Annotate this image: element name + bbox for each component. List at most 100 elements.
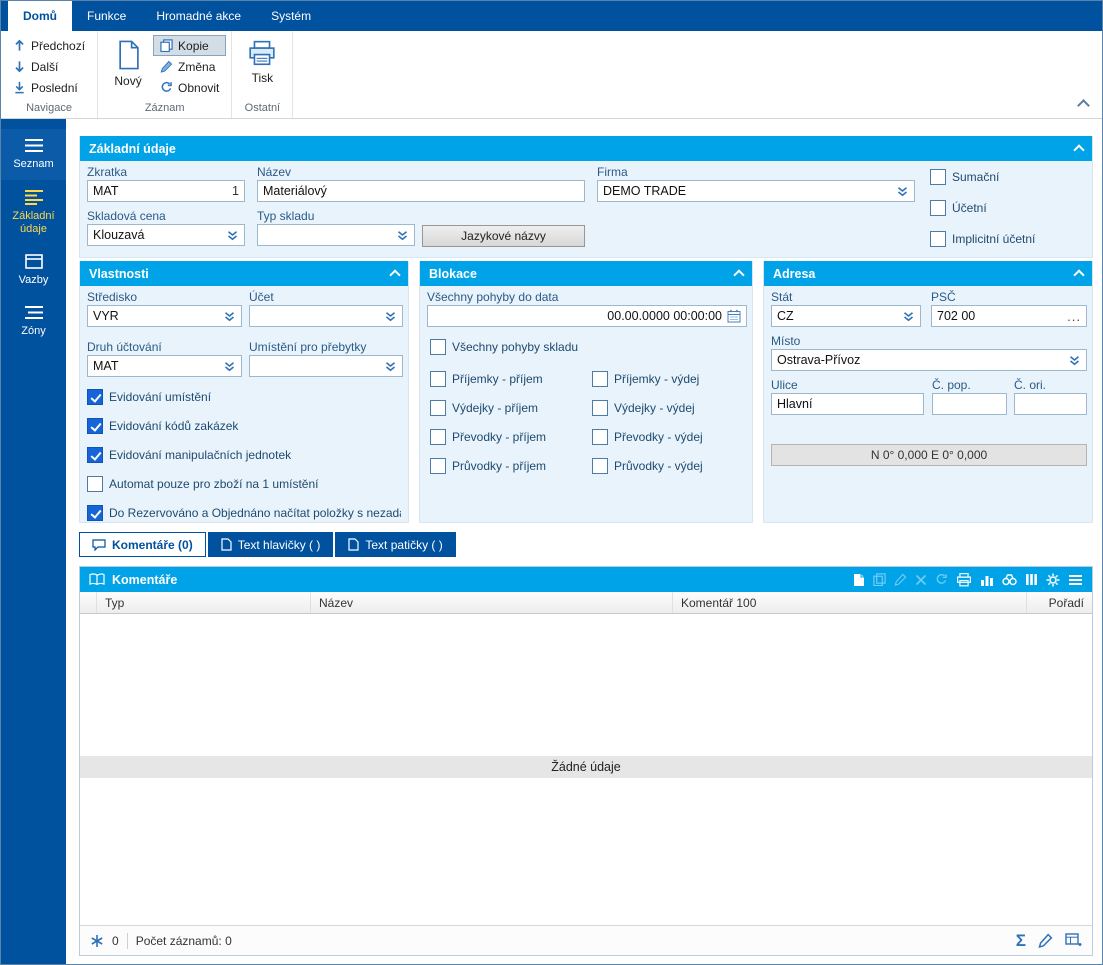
evidovani-manipulacnich-jednotek-checkbox[interactable]: Evidování manipulačních jednotek	[87, 447, 291, 463]
column-nazev[interactable]: Název	[311, 592, 673, 613]
basic-panel-header[interactable]: Základní údaje	[80, 136, 1092, 161]
sumacni-checkbox[interactable]: Sumační	[930, 169, 999, 185]
prijemky-prijem-checkbox[interactable]: Příjemky - příjem	[430, 371, 543, 387]
refresh-icon[interactable]	[935, 573, 948, 586]
dropdown-icon[interactable]	[396, 229, 409, 242]
menu-icon[interactable]	[1068, 574, 1083, 586]
chart-icon[interactable]	[980, 573, 994, 586]
gear-icon[interactable]	[1046, 573, 1060, 587]
collapse-panel-icon[interactable]	[1073, 269, 1084, 280]
tab-komentare[interactable]: Komentáře (0)	[79, 532, 206, 557]
checkbox-box[interactable]	[592, 371, 608, 387]
psc-input[interactable]: 702 00 ...	[931, 305, 1087, 327]
column-selector[interactable]	[80, 592, 97, 613]
edit-icon[interactable]	[894, 573, 907, 586]
edit-pencil-icon[interactable]	[1038, 933, 1053, 948]
pruvodky-vydej-checkbox[interactable]: Průvodky - výdej	[592, 458, 703, 474]
column-typ[interactable]: Typ	[97, 592, 311, 613]
checkbox-box[interactable]	[592, 429, 608, 445]
refresh-button[interactable]: Obnovit	[153, 77, 226, 98]
dropdown-icon[interactable]	[902, 310, 915, 323]
dropdown-icon[interactable]	[384, 360, 397, 373]
checkbox-box[interactable]	[592, 400, 608, 416]
ucet-combo[interactable]	[249, 305, 403, 327]
calendar-icon[interactable]	[727, 309, 741, 323]
collapse-panel-icon[interactable]	[389, 269, 400, 280]
sidebar-item-zony[interactable]: Zóny	[1, 296, 66, 347]
ribbon-collapse-icon[interactable]	[1077, 99, 1090, 112]
implicitni-ucetni-checkbox[interactable]: Implicitní účetní	[930, 231, 1035, 247]
automat-pouze-checkbox[interactable]: Automat pouze pro zboží na 1 umístění	[87, 476, 318, 492]
new-button[interactable]: Nový	[103, 35, 153, 100]
tab-text-paticky[interactable]: Text patičky ( )	[335, 532, 455, 557]
ulice-input[interactable]: Hlavní	[771, 393, 924, 415]
blokace-panel-header[interactable]: Blokace	[420, 261, 752, 286]
checkbox-box[interactable]	[930, 169, 946, 185]
checkbox-box[interactable]	[87, 505, 103, 521]
nazev-input[interactable]: Materiálový	[257, 180, 585, 202]
column-komentar[interactable]: Komentář 100	[673, 592, 1027, 613]
checkbox-box[interactable]	[430, 400, 446, 416]
dropdown-icon[interactable]	[223, 310, 236, 323]
menu-tab-domu[interactable]: Domů	[8, 1, 72, 31]
firma-combo[interactable]: DEMO TRADE	[597, 180, 915, 202]
checkbox-box[interactable]	[930, 231, 946, 247]
evidovani-kodu-zakazek-checkbox[interactable]: Evidování kódů zakázek	[87, 418, 238, 434]
evidovani-umisteni-checkbox[interactable]: Evidování umístění	[87, 389, 211, 405]
dropdown-icon[interactable]	[1068, 354, 1081, 367]
search-binoculars-icon[interactable]	[1002, 573, 1017, 586]
zkratka-input[interactable]: MAT 1	[87, 180, 245, 202]
checkbox-box[interactable]	[87, 418, 103, 434]
misto-combo[interactable]: Ostrava-Přívoz	[771, 349, 1087, 371]
print-button[interactable]: Tisk	[237, 35, 287, 100]
tab-text-hlavicky[interactable]: Text hlavičky ( )	[208, 532, 334, 557]
frozen-rows-icon[interactable]	[90, 934, 104, 948]
vydejky-prijem-checkbox[interactable]: Výdejky - příjem	[430, 400, 538, 416]
collapse-panel-icon[interactable]	[1073, 144, 1084, 155]
checkbox-box[interactable]	[592, 458, 608, 474]
collapse-panel-icon[interactable]	[733, 269, 744, 280]
vlastnosti-panel-header[interactable]: Vlastnosti	[80, 261, 408, 286]
umisteni-prebytky-combo[interactable]	[249, 355, 403, 377]
prijemky-vydej-checkbox[interactable]: Příjemky - výdej	[592, 371, 699, 387]
checkbox-box[interactable]	[87, 389, 103, 405]
checkbox-box[interactable]	[430, 339, 446, 355]
export-table-icon[interactable]	[1065, 933, 1082, 948]
pohyby-do-data-input[interactable]: 00.00.0000 00:00:00	[427, 305, 747, 327]
edit-button[interactable]: Změna	[153, 56, 226, 77]
stredisko-combo[interactable]: VYR	[87, 305, 242, 327]
sum-icon[interactable]: Σ	[1016, 932, 1026, 949]
psc-lookup-button[interactable]: ...	[1067, 309, 1081, 324]
prev-button[interactable]: Předchozí	[6, 35, 92, 56]
ucetni-checkbox[interactable]: Účetní	[930, 200, 987, 216]
print-icon[interactable]	[956, 573, 972, 587]
dropdown-icon[interactable]	[896, 185, 909, 198]
sidebar-item-zakladni-udaje[interactable]: Základní údaje	[1, 180, 66, 245]
copy-icon[interactable]	[873, 573, 886, 586]
menu-tab-system[interactable]: Systém	[256, 1, 326, 31]
checkbox-box[interactable]	[87, 447, 103, 463]
druh-uctovani-combo[interactable]: MAT	[87, 355, 242, 377]
pruvodky-prijem-checkbox[interactable]: Průvodky - příjem	[430, 458, 546, 474]
checkbox-box[interactable]	[430, 458, 446, 474]
last-button[interactable]: Poslední	[6, 77, 92, 98]
menu-tab-funkce[interactable]: Funkce	[72, 1, 141, 31]
dropdown-icon[interactable]	[226, 229, 239, 242]
do-rezervovano-checkbox[interactable]: Do Rezervováno a Objednáno načítat polož…	[87, 505, 401, 521]
adresa-panel-header[interactable]: Adresa	[764, 261, 1092, 286]
vydejky-vydej-checkbox[interactable]: Výdejky - výdej	[592, 400, 695, 416]
cislo-popisne-input[interactable]	[932, 393, 1007, 415]
vsechny-pohyby-skladu-checkbox[interactable]: Všechny pohyby skladu	[430, 339, 578, 355]
stat-combo[interactable]: CZ	[771, 305, 921, 327]
cislo-orientacni-input[interactable]	[1014, 393, 1087, 415]
checkbox-box[interactable]	[430, 429, 446, 445]
checkbox-box[interactable]	[930, 200, 946, 216]
prevodky-prijem-checkbox[interactable]: Převodky - příjem	[430, 429, 546, 445]
columns-icon[interactable]	[1025, 573, 1038, 586]
checkbox-box[interactable]	[87, 476, 103, 492]
sidebar-item-seznam[interactable]: Seznam	[1, 129, 66, 180]
grid-body[interactable]: Žádné údaje	[80, 614, 1092, 925]
prevodky-vydej-checkbox[interactable]: Převodky - výdej	[592, 429, 703, 445]
typ-skladu-combo[interactable]	[257, 224, 415, 246]
copy-button[interactable]: Kopie	[153, 35, 226, 56]
